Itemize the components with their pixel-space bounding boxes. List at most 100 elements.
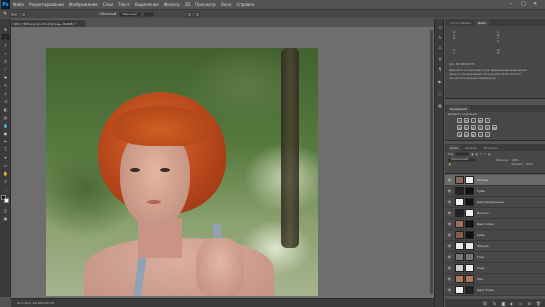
tab-channels[interactable]: Каналы — [462, 145, 480, 151]
healing-brush-tool-icon[interactable]: ✚ — [2, 74, 9, 80]
clone-stamp-tool-icon[interactable]: ♙ — [2, 90, 9, 96]
layer-row[interactable]: 👁 Цвет кожи — [445, 219, 545, 230]
actions-icon[interactable]: ▶ — [437, 79, 443, 84]
hand-tool-icon[interactable]: ✋ — [2, 170, 9, 176]
black-white-icon[interactable]: ◐ — [471, 125, 476, 130]
layer-thumbnail[interactable] — [455, 220, 464, 228]
brightness-icon[interactable]: ☀ — [457, 118, 462, 123]
layer-thumbnail[interactable] — [455, 253, 464, 261]
brush-tool-icon[interactable]: ✎ — [3, 11, 7, 17]
layer-thumbnail[interactable] — [455, 286, 464, 294]
curves-icon[interactable]: ∿ — [471, 118, 476, 123]
pressure-icon[interactable] — [187, 11, 193, 17]
clone-source-icon[interactable]: ♙ — [437, 45, 443, 50]
photo-filter-icon[interactable]: ◍ — [478, 125, 483, 130]
background-color-swatch[interactable] — [4, 198, 9, 203]
visibility-eye-icon[interactable]: 👁 — [447, 277, 452, 281]
info-icon[interactable]: ⓘ — [437, 91, 443, 96]
layer-row[interactable]: 👁 Волосы — [445, 208, 545, 219]
menu-type[interactable]: Текст — [118, 2, 130, 7]
tab-paths[interactable]: Контуры — [481, 145, 501, 151]
document-tab[interactable]: DSC_7876.psd @ 21% (Ретушь, RGB/8) * — [12, 19, 86, 27]
layer-thumbnail[interactable] — [455, 275, 464, 283]
menu-file[interactable]: Файл — [13, 2, 24, 7]
menu-select[interactable]: Выделение — [135, 2, 159, 7]
link-icon[interactable]: ⛓ — [483, 301, 488, 306]
character-icon[interactable]: A — [437, 57, 443, 62]
layer-thumbnail[interactable] — [455, 187, 464, 195]
paragraph-icon[interactable]: ¶ — [437, 67, 443, 72]
menu-layers[interactable]: Слои — [103, 2, 113, 7]
visibility-eye-icon[interactable]: 👁 — [447, 222, 452, 226]
path-select-tool-icon[interactable]: ➤ — [2, 154, 9, 160]
filter-shape-icon[interactable]: ▭ — [484, 153, 486, 156]
layer-thumbnail[interactable] — [455, 242, 464, 250]
eyedropper-tool-icon[interactable]: ⁄ — [2, 66, 9, 72]
zoom-tool-icon[interactable]: ⚲ — [2, 178, 9, 184]
quick-mask-icon[interactable]: ◫ — [2, 207, 9, 213]
layer-mask-thumbnail[interactable] — [465, 220, 474, 228]
brush-tool-icon-left[interactable]: ✎ — [2, 82, 9, 88]
levels-icon[interactable]: ▥ — [464, 118, 469, 123]
screen-mode-icon[interactable]: ▣ — [2, 215, 9, 221]
layer-mask-thumbnail[interactable] — [465, 176, 474, 184]
fx-icon[interactable]: fx — [493, 301, 497, 306]
layer-thumbnail[interactable] — [455, 264, 464, 272]
maximize-button[interactable]: □ — [521, 1, 526, 7]
brush-panel-icon[interactable]: ✎ — [437, 35, 443, 40]
history-icon[interactable]: ⟲ — [437, 25, 443, 30]
channel-mixer-icon[interactable]: ⊕ — [485, 125, 490, 130]
visibility-eye-icon[interactable]: 👁 — [447, 233, 452, 237]
trash-icon[interactable]: 🗑 — [536, 301, 541, 306]
layer-thumbnail[interactable] — [455, 176, 464, 184]
layer-row[interactable]: 👁 Тень — [445, 263, 545, 274]
filter-smart-icon[interactable]: ▤ — [488, 153, 490, 156]
kind-select[interactable] — [455, 152, 470, 156]
more-tools-icon[interactable]: … — [2, 186, 9, 192]
layer-mask-thumbnail[interactable] — [465, 231, 474, 239]
opacity-value[interactable]: 100% — [511, 159, 518, 162]
fill-value[interactable]: 100% — [525, 163, 532, 166]
layer-mask-thumbnail[interactable] — [465, 187, 474, 195]
color-lookup-icon[interactable]: ▦ — [492, 125, 497, 130]
type-tool-icon[interactable]: T — [2, 146, 9, 152]
layer-row[interactable]: 👁 Цветокоррекция — [445, 197, 545, 208]
menu-3d[interactable]: 3D — [185, 2, 191, 7]
close-button[interactable]: ✕ — [533, 1, 537, 7]
move-tool-icon[interactable]: ✥ — [2, 26, 9, 32]
dodge-tool-icon[interactable]: ● — [2, 130, 9, 136]
layer-row[interactable]: 👁 Цвет Кожи — [445, 285, 545, 296]
mask-icon[interactable]: ◙ — [501, 301, 505, 306]
menu-edit[interactable]: Редактирование — [29, 2, 64, 7]
airbrush-icon[interactable] — [195, 11, 201, 17]
blend-mode-select[interactable]: Нормальный — [448, 158, 476, 162]
layer-row[interactable]: 👁 Глаз — [445, 252, 545, 263]
lasso-tool-icon[interactable]: ℓ — [2, 42, 9, 48]
invert-icon[interactable]: ◑ — [457, 132, 462, 137]
layer-row[interactable]: 👁 Губы — [445, 186, 545, 197]
adjustment-icon[interactable]: ◐ — [510, 301, 514, 306]
visibility-eye-icon[interactable]: 👁 — [447, 266, 452, 270]
filter-adjust-icon[interactable]: ◐ — [476, 153, 478, 156]
vertical-scrollbar[interactable] — [430, 30, 433, 294]
menu-window[interactable]: Окно — [221, 2, 232, 7]
visibility-eye-icon[interactable]: 👁 — [447, 178, 452, 182]
visibility-eye-icon[interactable]: 👁 — [447, 288, 452, 292]
vibrance-icon[interactable]: ▽ — [485, 118, 490, 123]
tab-info[interactable]: Инфо — [474, 20, 490, 26]
menu-filter[interactable]: Фильтр — [164, 2, 180, 7]
visibility-eye-icon[interactable]: 👁 — [447, 200, 452, 204]
menu-view[interactable]: Просмотр — [195, 2, 216, 7]
filter-type-icon[interactable]: T — [480, 153, 482, 156]
brush-settings-icon[interactable] — [21, 11, 27, 17]
layer-thumbnail[interactable] — [455, 209, 464, 217]
tab-layers[interactable]: Слои — [447, 145, 461, 151]
tab-histogram[interactable]: Гистограмма — [447, 20, 474, 26]
folder-icon[interactable]: ▭ — [519, 301, 523, 306]
layer-row[interactable]: 👁 Фон — [445, 274, 545, 285]
shape-tool-icon[interactable]: ▭ — [2, 162, 9, 168]
visibility-eye-icon[interactable]: 👁 — [447, 189, 452, 193]
layer-mask-thumbnail[interactable] — [465, 198, 474, 206]
menu-help[interactable]: Справка — [236, 2, 254, 7]
swatches-icon[interactable]: ▦ — [437, 103, 443, 108]
